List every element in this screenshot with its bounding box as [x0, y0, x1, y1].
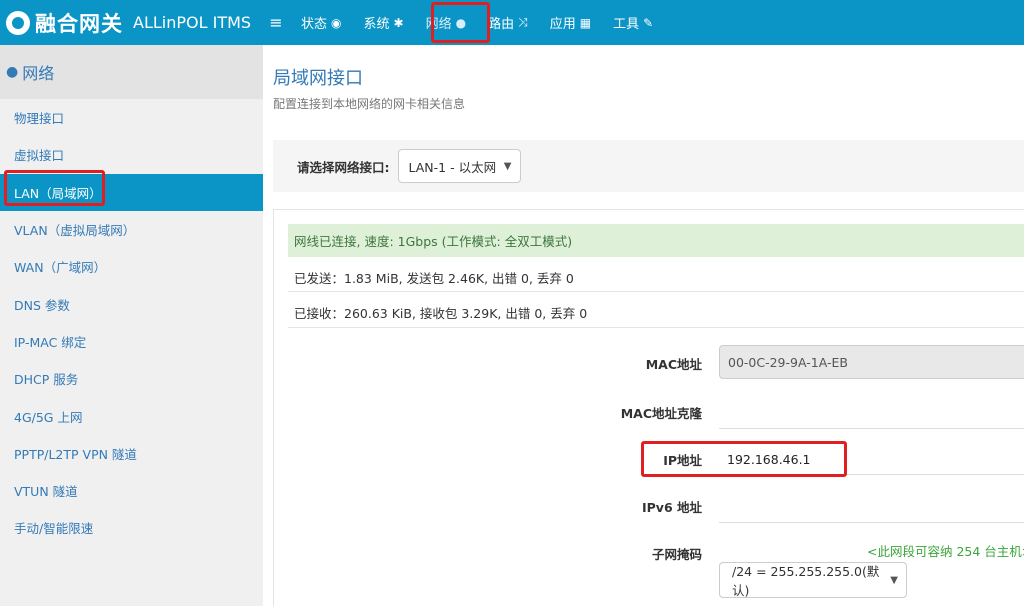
divider [288, 291, 1024, 292]
interface-select[interactable]: LAN-1 - 以太网 ▼ [397, 149, 521, 183]
eye-icon: ◉ [331, 15, 342, 30]
mac-value: 00-0C-29-9A-1A-EB [728, 354, 848, 370]
page-description: 配置连接到本地网络的网卡相关信息 [273, 97, 466, 111]
rx-stats: 已接收：260.63 KiB, 接收包 3.29K, 出错 0, 丢弃 0 [294, 306, 588, 321]
nav-routing-label: 路由 [488, 17, 515, 32]
nav-system[interactable]: 系统 ✱ [353, 0, 415, 45]
interface-select-label: 请选择网络接口: [297, 159, 390, 175]
highlight-box-ip [641, 441, 847, 477]
divider [288, 327, 1024, 328]
sidebar-item-rate-limit[interactable]: 手动/智能限速 [0, 509, 263, 546]
sidebar-header: ● 网络 [0, 45, 263, 99]
logo-text: 融合网关 [35, 11, 123, 36]
main-content: 局域网接口 配置连接到本地网络的网卡相关信息 请选择网络接口: LAN-1 - … [263, 45, 1024, 606]
mac-clone-field[interactable] [719, 428, 1024, 429]
sidebar-item-vtun[interactable]: VTUN 隧道 [0, 472, 263, 509]
sidebar-item-ip-mac[interactable]: IP-MAC 绑定 [0, 323, 263, 360]
sidebar-item-wan[interactable]: WAN（广域网） [0, 248, 263, 285]
globe-icon: ● [6, 64, 19, 80]
mac-label: MAC地址 [645, 357, 702, 372]
chevron-down-icon: ▼ [890, 574, 898, 586]
nav-tools-label: 工具 [613, 17, 640, 32]
tx-stats: 已发送：1.83 MiB, 发送包 2.46K, 出错 0, 丢弃 0 [294, 271, 574, 286]
product-name: ALLinPOL ITMS [133, 13, 252, 32]
sidebar-item-vlan[interactable]: VLAN（虚拟局域网） [0, 211, 263, 248]
mask-label: 子网掩码 [651, 547, 702, 562]
brand[interactable]: 融合网关 ALLinPOL ITMS [0, 8, 262, 38]
interface-select-value: LAN-1 - 以太网 [408, 159, 497, 175]
nav-system-label: 系统 [363, 17, 390, 32]
highlight-box-network [431, 2, 490, 43]
ipv6-field[interactable] [719, 522, 1024, 523]
logo-icon [6, 10, 30, 35]
nav-status[interactable]: 状态 ◉ [290, 0, 353, 45]
mask-hint: <此网段可容纳 254 台主机> [867, 544, 1024, 559]
sidebar-item-physical-interface[interactable]: 物理接口 [0, 99, 263, 136]
chevron-down-icon: ▼ [503, 160, 512, 172]
sidebar-item-virtual-interface[interactable]: 虚拟接口 [0, 136, 263, 173]
subnet-mask-select[interactable]: /24 = 255.255.255.0(默认) ▼ [719, 562, 907, 598]
gear-icon: ✱ [393, 15, 404, 30]
sidebar-item-4g5g[interactable]: 4G/5G 上网 [0, 397, 263, 434]
interface-select-panel: 请选择网络接口: LAN-1 - 以太网 ▼ [273, 140, 1024, 192]
sidebar-item-dns[interactable]: DNS 参数 [0, 285, 263, 322]
sidebar: ● 网络 物理接口 虚拟接口 LAN（局域网） VLAN（虚拟局域网） WAN（… [0, 45, 263, 606]
sidebar-title: 网络 [22, 64, 55, 83]
ipv6-label: IPv6 地址 [641, 500, 702, 515]
sidebar-item-dhcp[interactable]: DHCP 服务 [0, 360, 263, 397]
nav-status-label: 状态 [301, 17, 328, 32]
mac-field: 00-0C-29-9A-1A-EB [719, 345, 1024, 379]
highlight-box-lan [4, 170, 105, 206]
grid-icon: ▦ [579, 15, 592, 30]
interface-detail-panel: 网线已连接, 速度: 1Gbps (工作模式: 全双工模式) 已发送：1.83 … [273, 209, 1024, 606]
nav-apps[interactable]: 应用 ▦ [539, 0, 602, 45]
wrench-icon: ✎ [643, 15, 654, 30]
nav-tools[interactable]: 工具 ✎ [602, 0, 664, 45]
page-title: 局域网接口 [273, 68, 363, 89]
shuffle-icon: ⤨ [518, 15, 528, 29]
mac-clone-label: MAC地址克隆 [620, 406, 702, 421]
top-navbar: 融合网关 ALLinPOL ITMS ≡ 状态 ◉ 系统 ✱ 网络 ● 路由 ⤨… [0, 0, 1024, 45]
sidebar-item-pptp-l2tp[interactable]: PPTP/L2TP VPN 隧道 [0, 435, 263, 472]
bars-icon[interactable]: ≡ [262, 13, 290, 32]
subnet-mask-value: /24 = 255.255.255.0(默认) [732, 564, 880, 598]
nav-apps-label: 应用 [549, 17, 576, 32]
link-status-alert: 网线已连接, 速度: 1Gbps (工作模式: 全双工模式) [288, 224, 1024, 257]
